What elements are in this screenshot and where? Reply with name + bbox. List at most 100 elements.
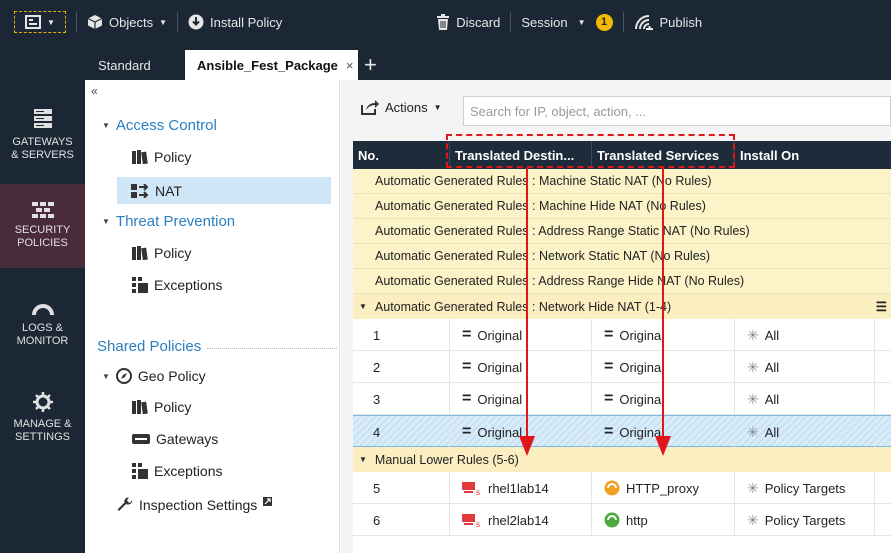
install-on-cell[interactable]: ✳ Policy Targets	[735, 472, 875, 504]
translated-destination-cell[interactable]: s rhel1lab14	[450, 472, 592, 504]
service-icon	[604, 512, 620, 528]
section-row-network-hide[interactable]: ▼ Automatic Generated Rules : Network Hi…	[353, 294, 891, 319]
column-no[interactable]: No.	[353, 141, 450, 169]
cell-text: Original	[619, 391, 665, 407]
tab-active-label: Ansible_Fest_Package	[197, 57, 338, 73]
install-policy-label: Install Policy	[210, 14, 283, 30]
tree-tp-policy[interactable]: Policy	[132, 245, 191, 261]
cell-text: All	[764, 424, 780, 440]
caret-down-icon: ▼	[359, 455, 367, 464]
policy-book-icon	[132, 400, 148, 414]
main-menu-button[interactable]: ▼	[14, 11, 66, 33]
geo-compass-icon	[115, 368, 132, 384]
session-count-badge: 1	[595, 13, 613, 31]
nav-label-line1: GATEWAYS	[12, 136, 73, 148]
section-row[interactable]: Automatic Generated Rules : Machine Stat…	[353, 169, 891, 194]
section-row-manual-lower[interactable]: ▼ Manual Lower Rules (5-6)	[353, 447, 891, 472]
nav-manage-settings[interactable]: MANAGE & SETTINGS	[0, 392, 85, 452]
add-tab-button[interactable]: +	[364, 50, 377, 80]
install-on-cell[interactable]: ✳ Policy Targets	[735, 504, 875, 536]
tree-nat[interactable]: NAT	[117, 177, 331, 204]
tree-gateways[interactable]: Gateways	[132, 431, 218, 447]
translated-destination-cell[interactable]: s rhel2lab14	[450, 504, 592, 536]
rule-number: 1	[353, 319, 450, 351]
tree-geo-policy-item[interactable]: Policy	[132, 399, 191, 415]
table-row[interactable]: 6 s rhel2lab14 http ✳ Policy Targets	[353, 504, 891, 536]
translated-destination-cell[interactable]: = Original	[450, 383, 592, 415]
translated-services-cell[interactable]: http	[592, 504, 735, 536]
tree-ac-policy[interactable]: Policy	[132, 149, 191, 165]
install-on-cell[interactable]: ✳ All	[735, 351, 875, 383]
policy-targets-asterisk-icon: ✳	[747, 479, 759, 496]
top-bar: ▼ Objects ▼ Install Policy Discard Sessi…	[0, 0, 891, 44]
section-row[interactable]: Automatic Generated Rules : Address Rang…	[353, 269, 891, 294]
section-row[interactable]: Automatic Generated Rules : Machine Hide…	[353, 194, 891, 219]
tree-threat-prevention[interactable]: ▼ Threat Prevention	[102, 213, 235, 230]
tree-geo-policy[interactable]: ▼ Geo Policy	[102, 368, 206, 384]
rule-number: 6	[353, 504, 450, 536]
nav-gateways-servers[interactable]: GATEWAYS & SERVERS	[0, 108, 85, 178]
shared-policies-label: Shared Policies	[97, 338, 202, 355]
translated-services-cell[interactable]: = Original	[592, 351, 735, 383]
tree-geo-exceptions[interactable]: Exceptions	[132, 463, 222, 479]
discard-label: Discard	[456, 14, 501, 30]
tab-standard[interactable]: Standard	[98, 50, 151, 80]
collapse-panel-button[interactable]: «	[91, 84, 98, 98]
nav-logs-monitor[interactable]: LOGS & MONITOR	[0, 302, 85, 362]
actions-label: Actions	[385, 99, 428, 115]
chevron-down-icon: ▼	[577, 17, 586, 27]
rule-number: 2	[353, 351, 450, 383]
nat-rules-table: No. Translated Destin... Translated Serv…	[353, 141, 891, 553]
section-row[interactable]: Automatic Generated Rules : Network Stat…	[353, 244, 891, 269]
translated-services-cell[interactable]: = Original	[592, 319, 735, 351]
translated-destination-cell[interactable]: = Original	[450, 416, 592, 448]
table-row[interactable]: 5 s rhel1lab14 HTTP_proxy ✳ Policy Target…	[353, 472, 891, 504]
search-input[interactable]: Search for IP, object, action, ...	[463, 96, 891, 126]
table-row[interactable]: 3 = Original = Original ✳ All	[353, 383, 891, 415]
caret-down-icon: ▼	[102, 217, 110, 226]
gateway-icon	[132, 434, 150, 444]
nav-label-line1: MANAGE &	[13, 418, 72, 430]
app-menu-icon	[25, 15, 42, 29]
translated-services-cell[interactable]: HTTP_proxy	[592, 472, 735, 504]
objects-menu[interactable]: Objects ▼	[87, 14, 167, 30]
discard-button[interactable]: Discard	[436, 14, 500, 30]
divider	[207, 348, 337, 349]
translated-destination-cell[interactable]: = Original	[450, 319, 592, 351]
tree-tp-exceptions[interactable]: Exceptions	[132, 277, 222, 293]
tab-ansible-fest-package[interactable]: Ansible_Fest_Package ×	[185, 50, 358, 80]
column-install-on[interactable]: Install On	[735, 141, 891, 169]
policy-targets-asterisk-icon: ✳	[747, 511, 759, 528]
nav-security-policies[interactable]: SECURITY POLICIES	[0, 184, 85, 268]
publish-button[interactable]: Publish	[634, 14, 703, 30]
publish-label: Publish	[659, 14, 703, 30]
firewall-icon	[31, 202, 54, 218]
install-on-cell[interactable]: ✳ All	[735, 319, 875, 351]
cell-text: Policy Targets	[764, 512, 846, 528]
table-row[interactable]: 2 = Original = Original ✳ All	[353, 351, 891, 383]
rule-number: 4	[353, 416, 450, 448]
tree-inspection-settings[interactable]: Inspection Settings	[117, 496, 273, 513]
policy-book-icon	[132, 246, 148, 260]
section-menu-icon[interactable]: ☰	[876, 299, 887, 314]
install-on-cell[interactable]: ✳ All	[735, 416, 875, 448]
table-row[interactable]: 1 = Original = Original ✳ All	[353, 319, 891, 351]
tree-access-control[interactable]: ▼ Access Control	[102, 117, 217, 134]
threat-prevention-label: Threat Prevention	[115, 213, 236, 230]
annotation-highlight-box	[446, 134, 735, 168]
section-row[interactable]: Automatic Generated Rules : Address Rang…	[353, 219, 891, 244]
cell-text: http	[626, 512, 648, 528]
translated-destination-cell[interactable]: = Original	[450, 351, 592, 383]
install-policy-button[interactable]: Install Policy	[188, 14, 282, 30]
divider	[510, 12, 512, 32]
svg-text:s: s	[476, 520, 480, 527]
close-tab-icon[interactable]: ×	[346, 58, 354, 73]
tree-shared-policies[interactable]: Shared Policies	[97, 338, 337, 355]
actions-menu[interactable]: Actions ▼	[361, 99, 442, 115]
translated-services-cell[interactable]: = Original	[592, 416, 735, 448]
install-on-cell[interactable]: ✳ All	[735, 383, 875, 415]
export-icon	[361, 100, 379, 115]
session-menu[interactable]: Session ▼ 1	[521, 13, 613, 31]
table-row-selected[interactable]: 4 = Original = Original ✳ All	[353, 415, 891, 448]
translated-services-cell[interactable]: = Original	[592, 383, 735, 415]
